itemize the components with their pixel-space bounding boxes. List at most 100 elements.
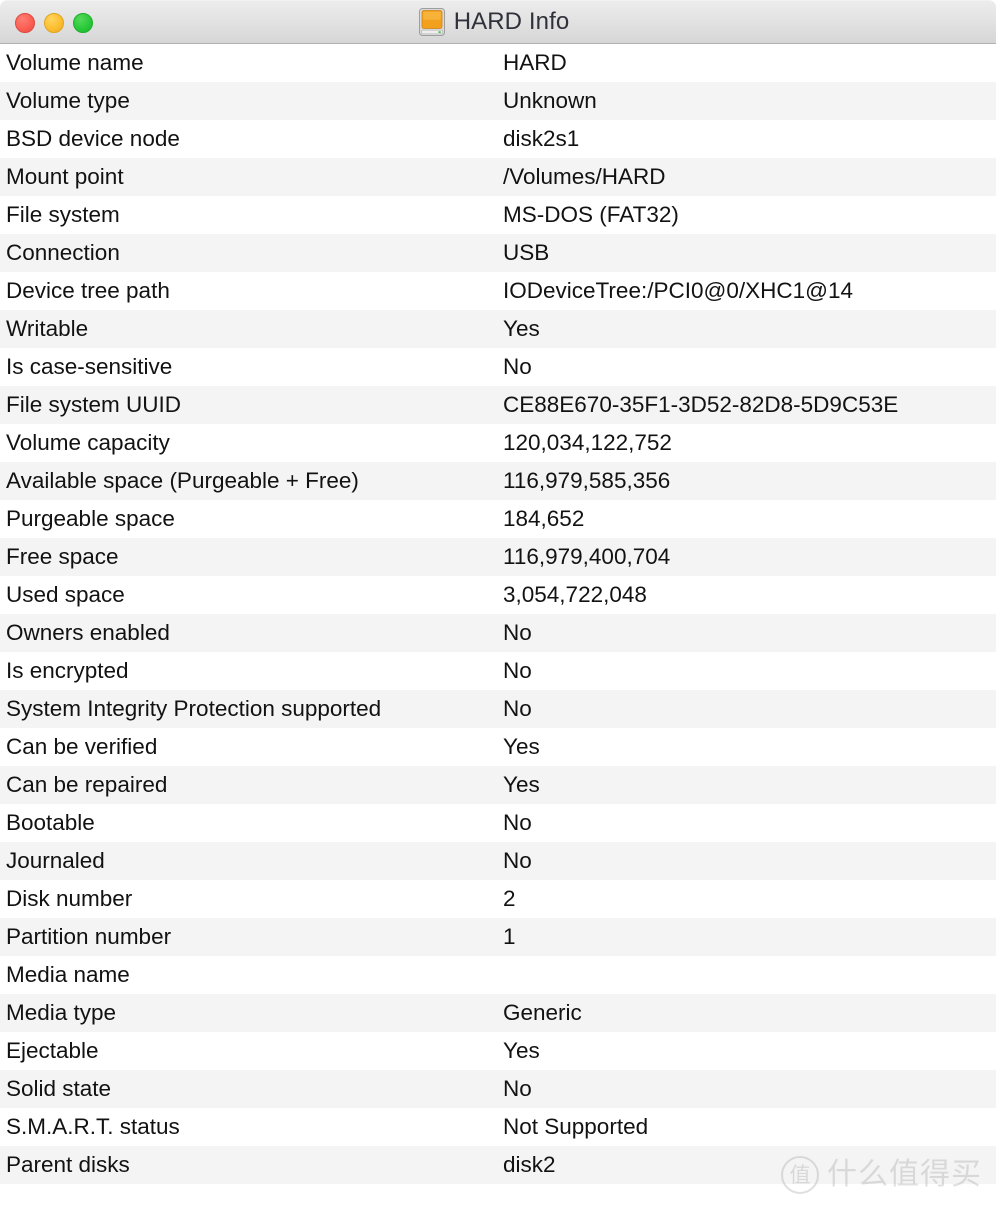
table-row[interactable]: Connection USB (0, 234, 996, 272)
row-label: Volume name (6, 49, 144, 75)
row-label: Media name (6, 961, 130, 987)
row-value: Generic (503, 999, 582, 1025)
row-label: S.M.A.R.T. status (6, 1113, 180, 1139)
row-value: 3,054,722,048 (503, 581, 647, 607)
row-value: 1 (503, 923, 516, 949)
row-label: Writable (6, 315, 89, 341)
row-label: File system UUID (6, 391, 182, 417)
table-row[interactable]: BSD device node disk2s1 (0, 120, 996, 158)
row-label: Connection (6, 239, 120, 265)
window-controls (15, 1, 93, 44)
row-value: disk2 (503, 1151, 556, 1177)
table-row[interactable]: Journaled No (0, 842, 996, 880)
table-row[interactable]: Purgeable space 184,652 (0, 500, 996, 538)
row-value: Yes (503, 771, 540, 797)
row-label: Mount point (6, 163, 124, 189)
table-row[interactable]: System Integrity Protection supported No (0, 690, 996, 728)
row-label: Used space (6, 581, 125, 607)
row-value: No (503, 1075, 532, 1101)
row-value: disk2s1 (503, 125, 580, 151)
row-value: 116,979,400,704 (503, 543, 671, 569)
row-label: Owners enabled (6, 619, 170, 645)
hard-info-window: HARD Info Volume name HARD Volume type Unkn… (0, 0, 996, 1206)
row-value: No (503, 809, 532, 835)
table-row[interactable]: Free space 116,979,400,704 (0, 538, 996, 576)
row-value: USB (503, 239, 550, 265)
maximize-button[interactable] (73, 12, 93, 33)
row-value: 2 (503, 885, 516, 911)
table-row[interactable]: Disk number 2 (0, 880, 996, 918)
row-label: System Integrity Protection supported (6, 695, 382, 721)
row-value: No (503, 657, 532, 683)
row-value: HARD (503, 49, 567, 75)
row-value: 120,034,122,752 (503, 429, 672, 455)
row-label: Is case-sensitive (6, 353, 173, 379)
row-value: IODeviceTree:/PCI0@0/XHC1@14 (503, 277, 853, 303)
row-label: Disk number (6, 885, 133, 911)
row-label: Parent disks (6, 1151, 130, 1177)
row-value: Yes (503, 315, 540, 341)
row-label: Device tree path (6, 277, 170, 303)
row-value: 116,979,585,356 (503, 467, 671, 493)
table-row[interactable]: Ejectable Yes (0, 1032, 996, 1070)
row-label: BSD device node (6, 125, 180, 151)
table-row[interactable]: Volume capacity 120,034,122,752 (0, 424, 996, 462)
row-value: No (503, 619, 532, 645)
window-titlebar[interactable]: HARD Info (0, 0, 996, 44)
table-row[interactable]: Parent disks disk2 (0, 1146, 996, 1184)
table-row[interactable]: Can be repaired Yes (0, 766, 996, 804)
table-row[interactable]: Is case-sensitive No (0, 348, 996, 386)
row-label: Available space (Purgeable + Free) (6, 467, 359, 493)
row-label: Can be repaired (6, 771, 168, 797)
row-label: Free space (6, 543, 119, 569)
row-value: 184,652 (503, 505, 585, 531)
window-bottom-edge (0, 1186, 996, 1206)
row-value: Yes (503, 733, 540, 759)
table-row[interactable]: Available space (Purgeable + Free) 116,97… (0, 462, 996, 500)
table-row[interactable]: Used space 3,054,722,048 (0, 576, 996, 614)
table-row[interactable]: File system UUID CE88E670-35F1-3D52-82D8-… (0, 386, 996, 424)
row-value: Yes (503, 1037, 540, 1063)
table-row[interactable]: Volume type Unknown (0, 82, 996, 120)
row-label: Can be verified (6, 733, 158, 759)
row-label: Solid state (6, 1075, 112, 1101)
table-row[interactable]: Can be verified Yes (0, 728, 996, 766)
table-row[interactable]: S.M.A.R.T. status Not Supported (0, 1108, 996, 1146)
row-value: Unknown (503, 87, 597, 113)
table-row[interactable]: Mount point/Volumes/HARD (0, 158, 996, 196)
table-row[interactable]: Partition number 1 (0, 918, 996, 956)
table-row[interactable]: Volume name HARD (0, 44, 996, 82)
row-value: No (503, 847, 532, 873)
row-label: File system (6, 201, 120, 227)
row-value: /Volumes/HARD (503, 163, 666, 189)
row-label: Purgeable space (6, 505, 175, 531)
table-row[interactable]: Writable Yes (0, 310, 996, 348)
table-row[interactable]: Owners enabled No (0, 614, 996, 652)
row-value: Not Supported (503, 1113, 649, 1139)
row-label: Is encrypted (6, 657, 129, 683)
row-value: No (503, 695, 532, 721)
minimize-button[interactable] (44, 12, 64, 33)
window-title: HARD Info (453, 8, 570, 35)
table-row[interactable]: Media name (0, 956, 996, 994)
table-row[interactable]: Is encrypted No (0, 652, 996, 690)
table-row[interactable]: File system MS-DOS (FAT32) (0, 196, 996, 234)
row-label: Journaled (6, 847, 105, 873)
row-label: Media type (6, 999, 117, 1025)
row-label: Volume type (6, 87, 130, 113)
volume-info-table: Volume name HARD Volume type Unknown BSD dev… (0, 44, 996, 1184)
row-label: Bootable (6, 809, 95, 835)
table-row[interactable]: Bootable No (0, 804, 996, 842)
row-label: Partition number (6, 923, 172, 949)
row-value: CE88E670-35F1-3D52-82D8-5D9C53E (503, 391, 899, 417)
row-label: Ejectable (6, 1037, 99, 1063)
row-label: Volume capacity (6, 429, 170, 455)
row-value: No (503, 353, 532, 379)
window-title-group: HARD Info (418, 8, 570, 36)
table-row[interactable]: Solid state No (0, 1070, 996, 1108)
table-row[interactable]: Media type Generic (0, 994, 996, 1032)
table-row[interactable]: Device tree path IODeviceTree:/PCI0@0/XHC… (0, 272, 996, 310)
external-drive-icon (418, 8, 445, 36)
row-value: MS-DOS (FAT32) (503, 201, 679, 227)
close-button[interactable] (15, 12, 35, 33)
